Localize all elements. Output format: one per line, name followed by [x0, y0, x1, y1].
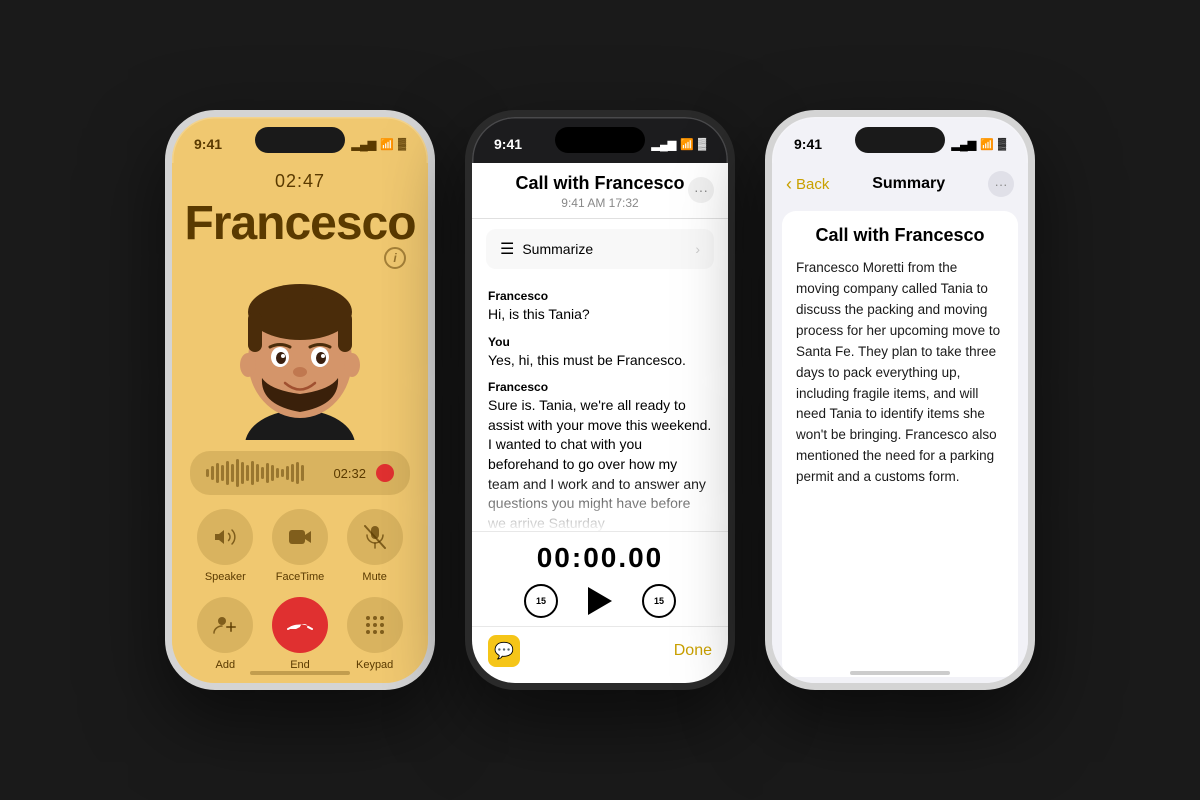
- rewind-label: 15: [536, 596, 546, 606]
- phone3-header: ‹ Back Summary ···: [772, 163, 1028, 205]
- home-indicator-2: [550, 671, 650, 675]
- call-controls: Speaker FaceTime: [188, 509, 412, 671]
- done-button[interactable]: Done: [674, 642, 712, 660]
- summarize-left: ☰ Summarize: [500, 239, 593, 259]
- mute-button[interactable]: Mute: [347, 509, 403, 583]
- chevron-right-icon: ›: [695, 241, 700, 257]
- recording-indicator: [376, 464, 394, 482]
- more-options-button[interactable]: ···: [688, 177, 714, 203]
- facetime-icon: [288, 527, 312, 547]
- battery-icon-1: ▓: [398, 138, 406, 150]
- controls-row-1: Speaker FaceTime: [188, 509, 412, 583]
- recording-bar: 02:32: [190, 451, 410, 495]
- speaker-icon-circle: [197, 509, 253, 565]
- play-button[interactable]: [588, 587, 612, 615]
- avatar-container: [215, 255, 385, 445]
- status-time-3: 9:41: [794, 136, 822, 152]
- transcript-text-2: Yes, hi, this must be Francesco.: [488, 351, 712, 371]
- wifi-icon-1: 📶: [380, 138, 394, 151]
- dynamic-island-3: [855, 127, 945, 153]
- status-icons-3: ▂▄▆ 📶 ▓: [952, 138, 1006, 151]
- mute-label: Mute: [362, 571, 386, 583]
- phone1-content: 02:47 Francesco i: [172, 163, 428, 683]
- controls-row-2: Add End: [188, 597, 412, 671]
- battery-icon-3: ▓: [998, 138, 1006, 150]
- transcript-text-3: Sure is. Tania, we're all ready to assis…: [488, 396, 712, 531]
- summarize-icon: ☰: [500, 239, 514, 259]
- status-icons-1: ▂▄▆ 📶 ▓: [352, 138, 406, 151]
- speaker-label: Speaker: [205, 571, 246, 583]
- end-call-label: End: [290, 659, 310, 671]
- wifi-icon-3: 📶: [980, 138, 994, 151]
- back-label: Back: [796, 176, 829, 193]
- wifi-icon-2: 📶: [680, 138, 694, 151]
- end-call-icon-circle: [272, 597, 328, 653]
- recording-time: 02:32: [333, 466, 366, 481]
- playback-section: 00:00.00 15 15: [472, 531, 728, 626]
- phone3-header-title: Summary: [872, 175, 945, 193]
- summarize-row[interactable]: ☰ Summarize ›: [486, 229, 714, 269]
- status-time-1: 9:41: [194, 136, 222, 152]
- memoji-avatar: [220, 260, 380, 440]
- battery-icon-2: ▓: [698, 138, 706, 150]
- facetime-label: FaceTime: [276, 571, 325, 583]
- call-duration-display: 02:47: [275, 171, 325, 192]
- chat-bubble-icon[interactable]: 💬: [488, 635, 520, 667]
- phone2-subtitle: 9:41 AM 17:32: [488, 196, 712, 210]
- dynamic-island-1: [255, 127, 345, 153]
- phone-active-call: 9:41 ▂▄▆ 📶 ▓ 02:47 Francesco i: [165, 110, 435, 690]
- summary-card: Call with Francesco Francesco Moretti fr…: [782, 211, 1018, 677]
- status-time-2: 9:41: [494, 136, 522, 152]
- rewind-button[interactable]: 15: [524, 584, 558, 618]
- caller-name: Francesco: [184, 196, 415, 251]
- phone-summary: 9:41 ▂▄▆ 📶 ▓ ‹ Back Summary ··· Call wit…: [765, 110, 1035, 690]
- more-options-button-3[interactable]: ···: [988, 171, 1014, 197]
- keypad-button[interactable]: Keypad: [347, 597, 403, 671]
- forward-label: 15: [654, 596, 664, 606]
- summary-text: Francesco Moretti from the moving compan…: [796, 258, 1004, 488]
- phone2-title: Call with Francesco: [488, 173, 712, 194]
- phone2-header: Call with Francesco 9:41 AM 17:32 ···: [472, 163, 728, 219]
- add-button[interactable]: Add: [197, 597, 253, 671]
- speaker-label-3: Francesco: [488, 380, 712, 394]
- playback-time-display: 00:00.00: [537, 542, 664, 574]
- phone3-content: ‹ Back Summary ··· Call with Francesco F…: [772, 163, 1028, 683]
- keypad-icon-circle: [347, 597, 403, 653]
- home-indicator-3: [850, 671, 950, 675]
- speaker-button[interactable]: Speaker: [197, 509, 253, 583]
- add-contact-icon: [213, 613, 237, 637]
- phones-container: 9:41 ▂▄▆ 📶 ▓ 02:47 Francesco i: [165, 110, 1035, 690]
- phone-transcript: 9:41 ▂▄▆ 📶 ▓ Call with Francesco 9:41 AM…: [465, 110, 735, 690]
- phone2-content: Call with Francesco 9:41 AM 17:32 ··· ☰ …: [472, 163, 728, 683]
- waveform: [206, 459, 323, 487]
- add-label: Add: [216, 659, 236, 671]
- forward-button[interactable]: 15: [642, 584, 676, 618]
- transcript-text-1: Hi, is this Tania?: [488, 305, 712, 325]
- speaker-label-2: You: [488, 335, 712, 349]
- end-call-button[interactable]: End: [272, 597, 328, 671]
- facetime-button[interactable]: FaceTime: [272, 509, 328, 583]
- add-icon-circle: [197, 597, 253, 653]
- status-icons-2: ▂▄▆ 📶 ▓: [652, 138, 706, 151]
- mute-icon: [364, 525, 386, 549]
- keypad-label: Keypad: [356, 659, 393, 671]
- dynamic-island-2: [555, 127, 645, 153]
- speaker-label-1: Francesco: [488, 289, 712, 303]
- signal-icon-3: ▂▄▆: [952, 138, 977, 151]
- back-button[interactable]: ‹ Back: [786, 174, 829, 195]
- signal-icon-1: ▂▄▆: [352, 138, 377, 151]
- summary-card-title: Call with Francesco: [796, 225, 1004, 246]
- keypad-icon: [364, 614, 386, 636]
- playback-controls: 15 15: [524, 584, 676, 618]
- speaker-icon: [213, 525, 237, 549]
- end-call-icon: [286, 617, 314, 633]
- summarize-label: Summarize: [522, 241, 593, 257]
- mute-icon-circle: [347, 509, 403, 565]
- info-button[interactable]: i: [384, 247, 406, 269]
- facetime-icon-circle: [272, 509, 328, 565]
- signal-icon-2: ▂▄▆: [652, 138, 677, 151]
- transcript-content: Francesco Hi, is this Tania? You Yes, hi…: [472, 279, 728, 531]
- chevron-left-icon: ‹: [786, 174, 792, 195]
- home-indicator-1: [250, 671, 350, 675]
